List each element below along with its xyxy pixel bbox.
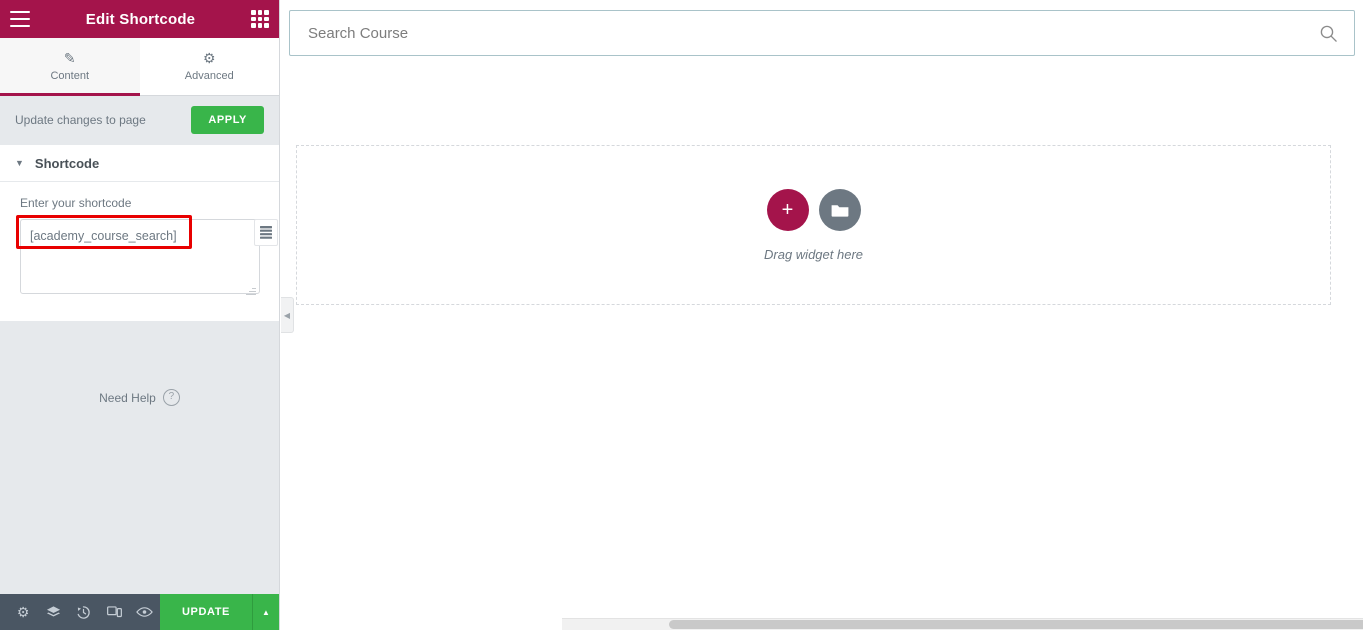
chevron-up-icon[interactable]: ▲ — [252, 594, 279, 630]
apply-note: Update changes to page — [15, 113, 146, 127]
hamburger-icon[interactable] — [10, 11, 30, 27]
need-help-link[interactable]: Need Help ? — [0, 389, 279, 406]
search-input[interactable]: Search Course — [290, 25, 1302, 42]
responsive-mode-icon[interactable] — [99, 594, 129, 630]
apply-button[interactable]: APPLY — [191, 106, 264, 134]
widgets-grid-icon[interactable] — [251, 10, 269, 28]
panel-header: Edit Shortcode — [0, 0, 279, 38]
question-circle-icon: ? — [162, 389, 180, 406]
preview-eye-icon[interactable] — [130, 594, 160, 630]
page-title: Edit Shortcode — [85, 10, 196, 28]
course-search-bar[interactable]: Search Course — [289, 10, 1355, 56]
database-list-icon[interactable] — [254, 219, 278, 246]
panel-tabs: ✎ Content ⚙ Advanced — [0, 38, 279, 96]
panel-footer: ⚙ UPDATE ▲ — [0, 594, 279, 630]
chevron-down-icon: ▼ — [15, 157, 24, 168]
tab-content[interactable]: ✎ Content — [0, 38, 140, 96]
scrollbar-thumb[interactable] — [669, 620, 1363, 629]
gear-icon: ⚙ — [202, 50, 216, 66]
shortcode-input[interactable] — [20, 219, 260, 294]
plus-icon[interactable]: + — [766, 188, 809, 231]
shortcode-controls: Enter your shortcode — [0, 182, 279, 321]
update-button-group: UPDATE ▲ — [159, 594, 279, 630]
shortcode-field-wrap — [16, 215, 278, 299]
dropzone-buttons: + — [766, 188, 861, 231]
elementor-editor: Edit Shortcode ✎ Content ⚙ Advanced Upda… — [0, 0, 1363, 630]
update-button[interactable]: UPDATE — [159, 594, 252, 630]
tab-content-label: Content — [50, 70, 90, 82]
editor-panel: Edit Shortcode ✎ Content ⚙ Advanced Upda… — [0, 0, 280, 630]
horizontal-scrollbar[interactable] — [562, 618, 1363, 630]
preview-canvas: Search Course + Drag widget here — [281, 0, 1363, 630]
dropzone-label: Drag widget here — [764, 246, 863, 262]
section-header-shortcode[interactable]: ▼ Shortcode — [0, 144, 279, 182]
tab-advanced[interactable]: ⚙ Advanced — [139, 38, 279, 95]
shortcode-field-label: Enter your shortcode — [20, 196, 132, 210]
search-icon[interactable] — [1302, 24, 1354, 43]
need-help-label: Need Help — [99, 390, 156, 405]
panel-empty-area: Need Help ? — [0, 321, 279, 594]
section-title: Shortcode — [34, 155, 100, 171]
pencil-icon: ✎ — [63, 50, 76, 66]
apply-changes-row: Update changes to page APPLY — [0, 96, 279, 144]
widget-dropzone[interactable]: + Drag widget here — [296, 145, 1331, 305]
settings-gear-icon[interactable]: ⚙ — [8, 594, 38, 630]
navigator-layers-icon[interactable] — [38, 594, 68, 630]
folder-icon[interactable] — [818, 188, 861, 231]
panel-collapse-handle[interactable]: ◀ — [281, 297, 294, 333]
tab-advanced-label: Advanced — [184, 70, 234, 82]
history-revisions-icon[interactable] — [69, 594, 99, 630]
